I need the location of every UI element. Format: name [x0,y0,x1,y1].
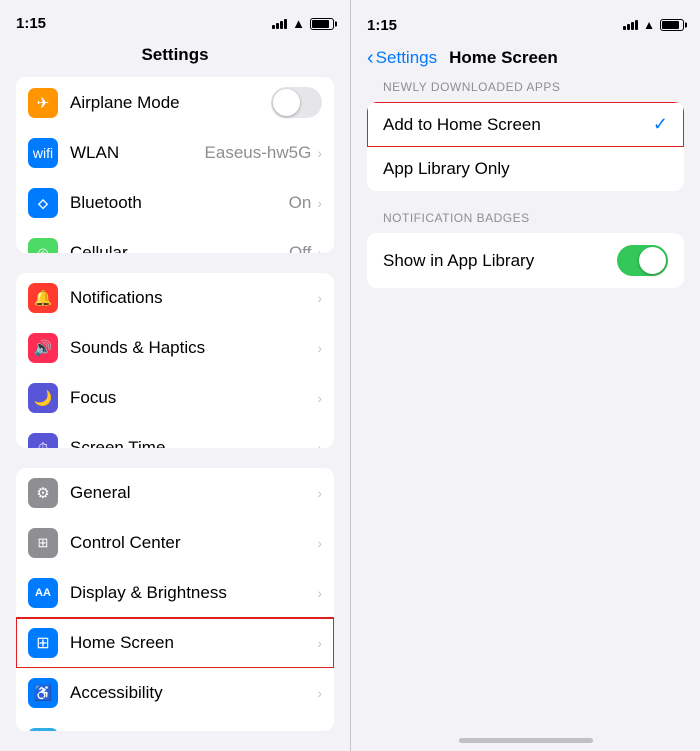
focus-label: Focus [70,388,317,408]
accessibility-label: Accessibility [70,683,317,703]
newly-downloaded-group: Add to Home Screen ✓ App Library Only [367,102,684,191]
general-label: General [70,483,317,503]
general-row[interactable]: ⚙ General › [16,468,334,518]
cellular-chevron: › [317,245,322,253]
back-label: Settings [376,48,437,68]
show-in-app-library-label: Show in App Library [383,251,617,271]
wlan-row[interactable]: wifi WLAN Easeus-hw5G › [16,128,334,178]
home-screen-row[interactable]: ⊞ Home Screen › [16,618,334,668]
status-bar-left: 1:15 ▲ [0,0,350,41]
home-screen-chevron: › [317,635,322,651]
control-center-chevron: › [317,535,322,551]
control-center-icon: ⊞ [28,528,58,558]
time-left: 1:15 [16,15,46,32]
status-icons-right: ▲ [623,18,684,32]
right-nav-title: Home Screen [449,48,558,68]
screen-time-chevron: › [317,440,322,448]
screen-time-row[interactable]: ⏱ Screen Time › [16,423,334,448]
general-icon: ⚙ [28,478,58,508]
status-bar-right: 1:15 ▲ [351,0,700,44]
app-library-only-label: App Library Only [383,159,668,179]
airplane-label: Airplane Mode [70,93,271,113]
back-chevron-icon: ‹ [367,48,374,68]
cellular-label: Cellular [70,243,289,253]
page-title-left: Settings [0,41,350,77]
system-group: 🔔 Notifications › 🔊 Sounds & Haptics › 🌙… [16,273,334,448]
display-brightness-chevron: › [317,585,322,601]
show-in-app-library-row[interactable]: Show in App Library [367,233,684,288]
home-screen-icon: ⊞ [28,628,58,658]
accessibility-row[interactable]: ♿ Accessibility › [16,668,334,718]
preferences-group: ⚙ General › ⊞ Control Center › AA Displa… [16,468,334,731]
focus-chevron: › [317,390,322,406]
wifi-icon-right: ▲ [643,18,655,32]
bluetooth-value: On [289,193,312,213]
display-brightness-row[interactable]: AA Display & Brightness › [16,568,334,618]
wlan-label: WLAN [70,143,205,163]
sounds-icon: 🔊 [28,333,58,363]
signal-icon [272,19,287,29]
airplane-mode-row[interactable]: ✈ Airplane Mode [16,77,334,128]
accessibility-icon: ♿ [28,678,58,708]
wlan-icon: wifi [28,138,58,168]
show-in-app-library-toggle[interactable] [617,245,668,276]
notifications-label: Notifications [70,288,317,308]
battery-icon [310,18,334,30]
focus-row[interactable]: 🌙 Focus › [16,373,334,423]
wallpaper-row[interactable]: ❋ Wallpaper › [16,718,334,731]
time-right: 1:15 [367,17,397,34]
nav-bar: ‹ Settings Home Screen [351,44,700,80]
status-icons-left: ▲ [272,16,334,31]
accessibility-chevron: › [317,685,322,701]
cellular-icon: ◎ [28,238,58,253]
battery-icon-right [660,19,684,31]
cellular-value: Off [289,243,311,253]
wifi-icon: ▲ [292,16,305,31]
add-to-home-screen-checkmark: ✓ [653,114,668,135]
app-library-only-row[interactable]: App Library Only [367,147,684,191]
wlan-chevron: › [317,145,322,161]
display-brightness-label: Display & Brightness [70,583,317,603]
display-brightness-icon: AA [28,578,58,608]
notifications-icon: 🔔 [28,283,58,313]
back-button[interactable]: ‹ Settings [367,48,437,68]
airplane-icon: ✈ [28,88,58,118]
bluetooth-icon: ⬦ [28,188,58,218]
notifications-chevron: › [317,290,322,306]
screen-time-icon: ⏱ [28,433,58,448]
focus-icon: 🌙 [28,383,58,413]
home-indicator-right [459,738,593,743]
control-center-label: Control Center [70,533,317,553]
left-panel: 1:15 ▲ Settings ✈ Airplane Mode [0,0,350,751]
sounds-chevron: › [317,340,322,356]
newly-downloaded-section-label: NEWLY DOWNLOADED APPS [351,80,700,102]
home-screen-label: Home Screen [70,633,317,653]
bluetooth-label: Bluetooth [70,193,289,213]
wallpaper-icon: ❋ [28,728,58,731]
cellular-row[interactable]: ◎ Cellular Off › [16,228,334,253]
connectivity-group: ✈ Airplane Mode wifi WLAN Easeus-hw5G › … [16,77,334,253]
sounds-label: Sounds & Haptics [70,338,317,358]
control-center-row[interactable]: ⊞ Control Center › [16,518,334,568]
airplane-toggle[interactable] [271,87,322,118]
signal-icon-right [623,20,638,30]
notifications-row[interactable]: 🔔 Notifications › [16,273,334,323]
general-chevron: › [317,485,322,501]
add-to-home-screen-row[interactable]: Add to Home Screen ✓ [367,102,684,147]
wlan-value: Easeus-hw5G [205,143,312,163]
sounds-row[interactable]: 🔊 Sounds & Haptics › [16,323,334,373]
notification-badges-group: Show in App Library [367,233,684,288]
notification-badges-section-label: NOTIFICATION BADGES [351,211,700,233]
screen-time-label: Screen Time [70,438,317,448]
add-to-home-screen-label: Add to Home Screen [383,115,653,135]
bluetooth-row[interactable]: ⬦ Bluetooth On › [16,178,334,228]
right-panel: 1:15 ▲ ‹ Settings Home Screen NEWLY DOWN… [350,0,700,751]
bluetooth-chevron: › [317,195,322,211]
